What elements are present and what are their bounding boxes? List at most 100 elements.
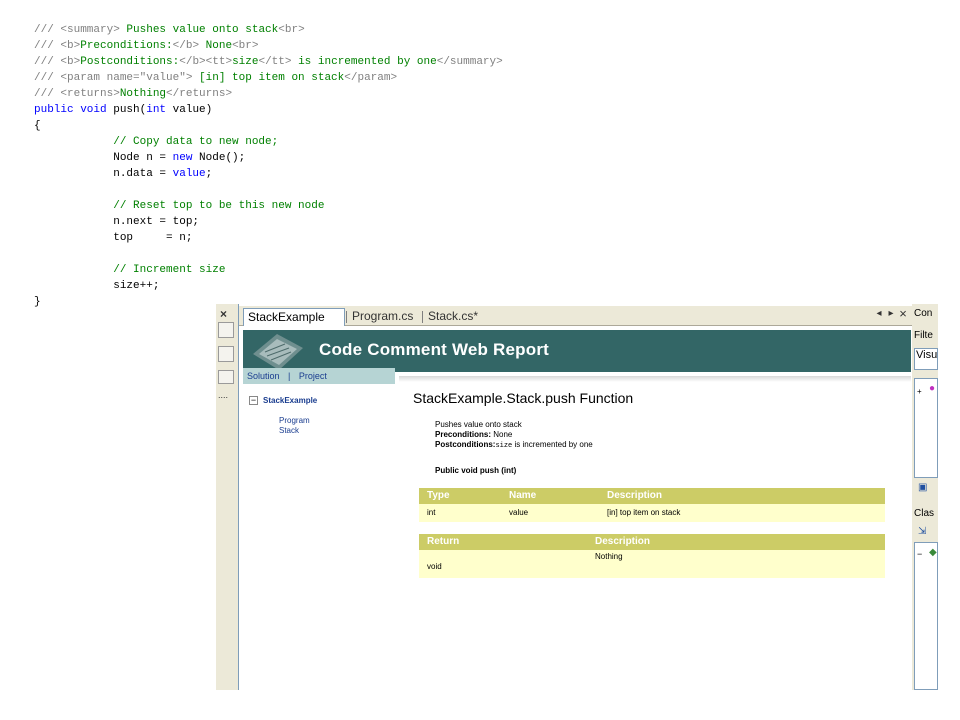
code-token: </b>	[172, 40, 200, 52]
panel-label[interactable]: Con	[914, 308, 938, 319]
cell-name: value	[509, 508, 529, 517]
code-token: n.data =	[34, 168, 173, 180]
function-summary: Pushes value onto stack Preconditions: N…	[435, 420, 593, 451]
code-token: value	[172, 168, 206, 180]
cell-return-description: Nothing	[595, 552, 623, 561]
code-token: ///	[34, 40, 61, 52]
code-token: new	[172, 152, 193, 164]
code-token: </returns>	[166, 88, 233, 100]
code-line: /// <summary> Pushes value onto stack<br…	[34, 22, 734, 38]
chevron-right-icon[interactable]: ▸	[885, 308, 897, 319]
tree-item-stack[interactable]: Stack	[279, 426, 299, 435]
collapse-icon[interactable]: −	[249, 396, 258, 405]
document-pane: StackExample Program.cs Stack.cs* ◂ ▸ × …	[238, 304, 913, 690]
side-panel: Con Filte Visu + ● ▣ Clas ⇲ − ◆	[912, 304, 938, 690]
close-icon[interactable]: ×	[897, 306, 909, 321]
view-select[interactable]: Visu	[914, 348, 938, 370]
tab-stackexample[interactable]: StackExample	[243, 308, 345, 326]
toolbox-button[interactable]	[218, 370, 234, 384]
tab-separator	[422, 311, 423, 323]
code-line: /// <b>Preconditions:</b> None<br>	[34, 38, 734, 54]
returns-table-header: Return Description	[419, 534, 885, 550]
expand-icon[interactable]: +	[917, 387, 922, 396]
code-token: // Reset top to be this new node	[34, 200, 325, 212]
code-token: top = n;	[34, 232, 193, 244]
nav-project-link[interactable]: Project	[299, 371, 327, 381]
code-token: Pushes value onto stack	[119, 24, 279, 36]
postconditions-line: Postconditions:size is incremented by on…	[435, 440, 593, 451]
report-title: Code Comment Web Report	[319, 340, 550, 359]
code-token: <b>	[60, 40, 81, 52]
code-token: // Copy data to new node;	[34, 136, 279, 148]
code-token: </param>	[344, 72, 398, 84]
code-token: Nothing	[119, 88, 167, 100]
tab-bar: StackExample Program.cs Stack.cs* ◂ ▸ ×	[239, 306, 913, 326]
toolbox-button[interactable]	[218, 346, 234, 362]
nav-tree: − StackExample Program Stack	[243, 384, 395, 690]
preconditions-value: None	[491, 430, 513, 439]
class-view-label[interactable]: Clas	[914, 508, 938, 519]
chevron-left-icon[interactable]: ◂	[873, 308, 885, 319]
code-token: ///	[34, 72, 61, 84]
banner-graphic-icon	[247, 330, 309, 372]
code-token: Postconditions:	[80, 56, 180, 68]
filter-label: Filte	[914, 330, 933, 341]
code-line: /// <b>Postconditions:</b><tt>size</tt> …	[34, 54, 734, 70]
header-type: Type	[427, 490, 450, 501]
code-token: ///	[34, 24, 61, 36]
code-token: }	[34, 296, 41, 308]
tab-stack-cs[interactable]: Stack.cs*	[424, 308, 486, 326]
code-token: </tt>	[258, 56, 292, 68]
code-line: n.data = value;	[34, 166, 734, 182]
cell-type: int	[427, 508, 436, 517]
returns-table: Return Description void Nothing	[419, 534, 885, 578]
code-line: // Increment size	[34, 262, 734, 278]
class-tree: − ◆	[914, 542, 938, 690]
code-line: top = n;	[34, 230, 734, 246]
content-divider	[399, 376, 911, 382]
table-row: void Nothing	[419, 550, 885, 578]
code-line: // Copy data to new node;	[34, 134, 734, 150]
params-table: Type Name Description int value [in] top…	[419, 488, 885, 522]
code-line: {	[34, 118, 734, 134]
header-return: Return	[427, 536, 460, 547]
code-token: <param name="value">	[60, 72, 193, 84]
code-token: <b>	[60, 56, 81, 68]
report-content: StackExample.Stack.push Function Pushes …	[399, 376, 911, 690]
code-token: {	[34, 120, 41, 132]
code-line: /// <returns>Nothing</returns>	[34, 86, 734, 102]
class-view-icon[interactable]: ⇲	[918, 526, 926, 537]
code-token: None	[199, 40, 233, 52]
postconditions-code: size	[495, 442, 513, 450]
params-table-header: Type Name Description	[419, 488, 885, 504]
more-icon[interactable]: ....	[218, 390, 228, 400]
toolbox-button[interactable]	[218, 322, 234, 338]
close-icon[interactable]: ×	[220, 308, 227, 320]
nav-header: Solution | Project	[243, 368, 395, 384]
code-token: <summary>	[60, 24, 120, 36]
nav-separator: |	[288, 371, 291, 381]
function-title: StackExample.Stack.push Function	[413, 390, 634, 406]
nav-solution-link[interactable]: Solution	[247, 371, 280, 381]
code-token: </summary>	[436, 56, 503, 68]
header-description: Description	[595, 536, 651, 547]
code-token: push(	[106, 104, 147, 116]
code-line: public void push(int value)	[34, 102, 734, 118]
header-description: Description	[607, 490, 663, 501]
code-token: <br>	[232, 40, 259, 52]
toolbar-icon[interactable]: ▣	[918, 482, 927, 493]
tab-program-cs[interactable]: Program.cs	[348, 308, 420, 326]
postconditions-label: Postconditions:	[435, 440, 496, 449]
code-line: n.next = top;	[34, 214, 734, 230]
tree-item-program[interactable]: Program	[279, 416, 310, 425]
code-token: ;	[205, 168, 213, 180]
code-token: ///	[34, 56, 61, 68]
function-signature: Public void push (int)	[435, 466, 517, 475]
collapse-icon[interactable]: −	[917, 549, 922, 559]
tree-item-stackexample[interactable]: StackExample	[263, 396, 317, 405]
code-token: // Increment size	[34, 264, 226, 276]
namespace-icon: ◆	[929, 547, 937, 558]
preconditions-line: Preconditions: None	[435, 430, 593, 440]
